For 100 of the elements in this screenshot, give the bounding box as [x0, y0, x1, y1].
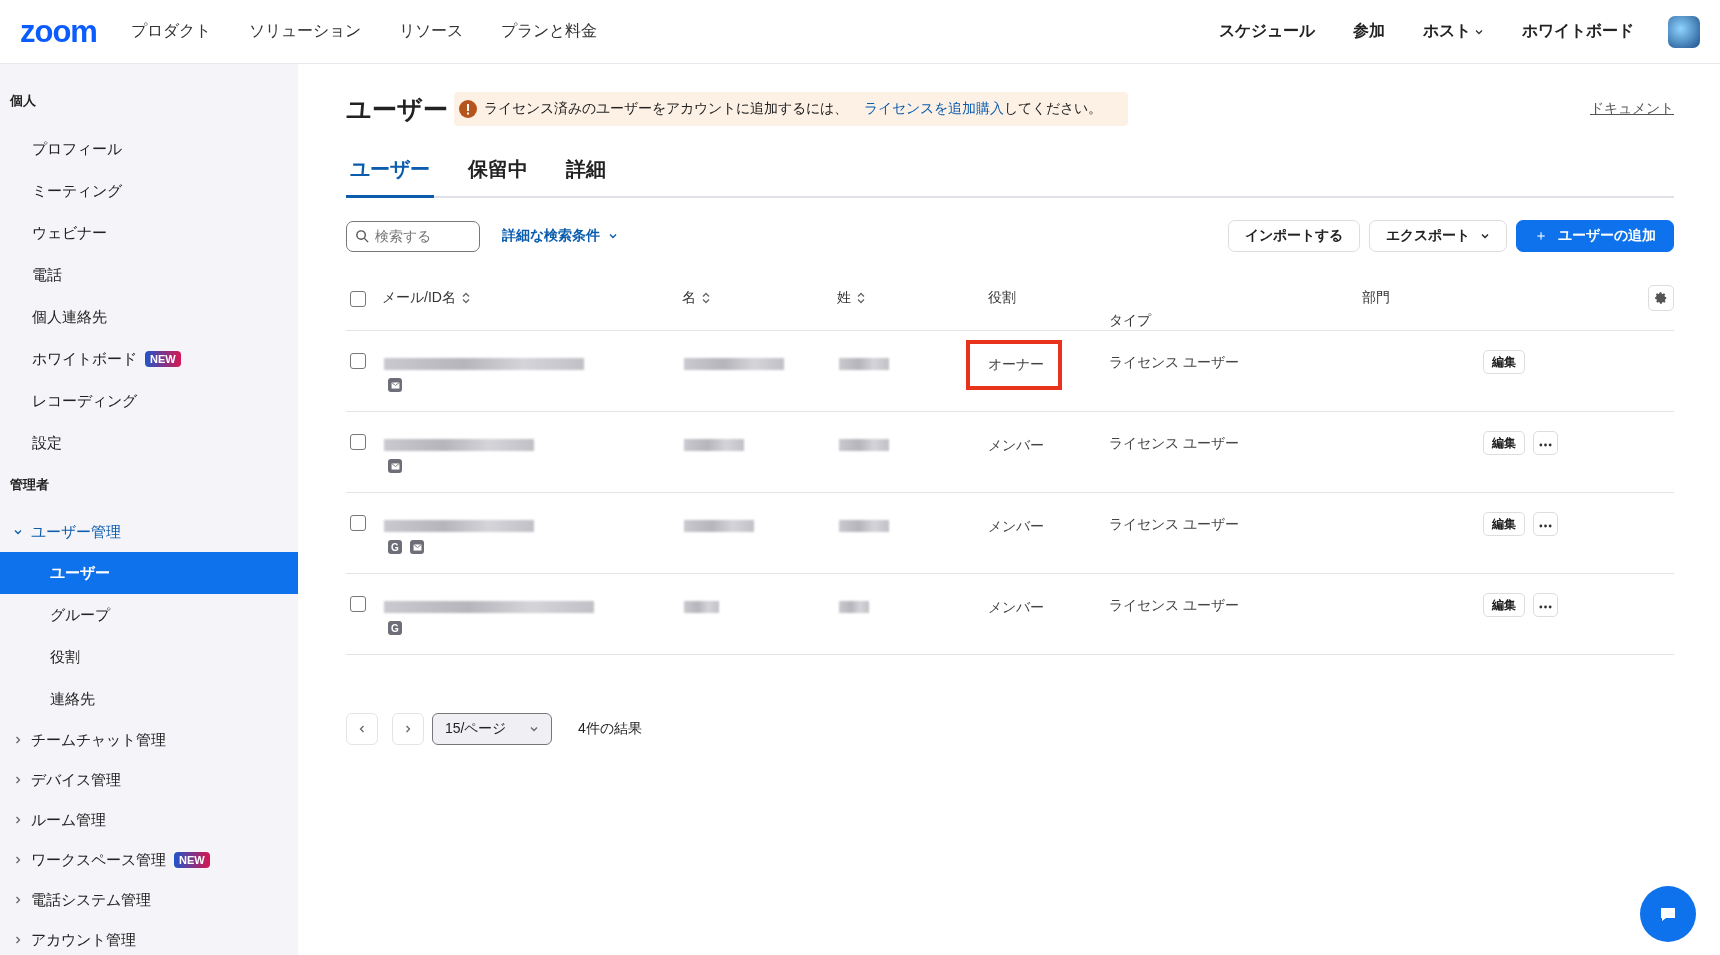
role-text: オーナー — [966, 340, 1062, 390]
role-text: メンバー — [987, 598, 1045, 617]
nav-link[interactable]: ホスト — [1423, 21, 1484, 42]
sidebar-item[interactable]: レコーディング — [0, 380, 298, 422]
sidebar-item[interactable]: デバイス管理 — [0, 760, 298, 800]
chevron-right-icon — [13, 935, 23, 945]
more-button[interactable] — [1533, 431, 1558, 455]
ellipsis-icon — [1539, 443, 1552, 447]
edit-button[interactable]: 編集 — [1483, 431, 1525, 455]
column-header: 姓 — [837, 289, 851, 307]
ellipsis-icon — [1539, 605, 1552, 609]
page-title: ユーザー — [346, 93, 448, 125]
result-count: 4件の結果 — [578, 720, 642, 738]
redacted-last-name — [839, 358, 889, 370]
tab[interactable]: 保留中 — [464, 148, 532, 198]
add-user-button[interactable]: ＋ ユーザーの追加 — [1516, 220, 1674, 252]
new-badge: NEW — [174, 852, 210, 868]
notice-text: してください。 — [1004, 100, 1102, 118]
warning-icon — [458, 99, 478, 119]
sidebar-item[interactable]: ルーム管理 — [0, 800, 298, 840]
column-header: タイプ — [1109, 312, 1151, 330]
role-text: メンバー — [987, 436, 1045, 455]
notice-text: ライセンス済みのユーザーをアカウントに追加するには、 — [484, 100, 848, 118]
sidebar-item[interactable]: ウェビナー — [0, 212, 298, 254]
more-button[interactable] — [1533, 593, 1558, 617]
tab[interactable]: ユーザー — [346, 148, 434, 198]
chevron-right-icon — [13, 815, 23, 825]
row-checkbox[interactable] — [350, 515, 366, 531]
column-header: メール/ID名 — [382, 289, 456, 307]
sidebar-item[interactable]: グループ — [0, 594, 298, 636]
chevron-right-icon — [403, 724, 413, 734]
sort-icon[interactable] — [857, 292, 865, 304]
column-header: 役割 — [988, 289, 1016, 307]
redacted-last-name — [839, 520, 889, 532]
zoom-logo[interactable]: zoom — [20, 13, 97, 50]
chevron-down-icon — [608, 231, 618, 241]
row-checkbox[interactable] — [350, 353, 366, 369]
nav-link[interactable]: 参加 — [1353, 21, 1385, 42]
nav-link[interactable]: ソリューション — [248, 21, 361, 42]
redacted-first-name — [684, 601, 719, 613]
settings-icon[interactable] — [1648, 285, 1674, 311]
more-button[interactable] — [1533, 512, 1558, 536]
per-page-dropdown[interactable]: 15/ページ — [432, 713, 552, 745]
sidebar-item[interactable]: ユーザー管理 — [0, 512, 298, 552]
advanced-filter-link[interactable]: 詳細な検索条件 — [502, 227, 618, 245]
column-header: 名 — [682, 289, 696, 307]
chevron-down-icon — [13, 527, 23, 537]
sidebar-item[interactable]: 個人連絡先 — [0, 296, 298, 338]
role-text: メンバー — [987, 517, 1045, 536]
nav-link[interactable]: ホワイトボード — [1522, 21, 1634, 42]
nav-link[interactable]: リソース — [398, 21, 463, 42]
redacted-last-name — [839, 601, 869, 613]
export-button[interactable]: エクスポート — [1369, 220, 1507, 252]
sort-icon[interactable] — [702, 292, 710, 304]
chevron-left-icon — [357, 724, 367, 734]
nav-link[interactable]: プランと料金 — [500, 21, 597, 42]
row-checkbox[interactable] — [350, 596, 366, 612]
google-icon: G — [388, 621, 402, 635]
chevron-right-icon — [13, 775, 23, 785]
sidebar-item[interactable]: 役割 — [0, 636, 298, 678]
chevron-right-icon — [13, 735, 23, 745]
purchase-license-link[interactable]: ライセンスを追加購入 — [864, 100, 1004, 118]
mail-icon — [410, 540, 424, 554]
ellipsis-icon — [1539, 524, 1552, 528]
google-icon: G — [388, 540, 402, 554]
user-type-text: ライセンス ユーザー — [1109, 354, 1239, 372]
user-type-text: ライセンス ユーザー — [1109, 435, 1239, 453]
sidebar-item[interactable]: プロフィール — [0, 128, 298, 170]
select-all-checkbox[interactable] — [350, 290, 366, 307]
edit-button[interactable]: 編集 — [1483, 350, 1525, 374]
edit-button[interactable]: 編集 — [1483, 512, 1525, 536]
chevron-right-icon — [13, 855, 23, 865]
sort-icon[interactable] — [461, 292, 470, 304]
sidebar-item[interactable]: チームチャット管理 — [0, 720, 298, 760]
search-field[interactable]: 検索する — [346, 220, 480, 252]
edit-button[interactable]: 編集 — [1483, 593, 1525, 617]
document-link[interactable]: ドキュメント — [1590, 100, 1674, 118]
sidebar-item[interactable]: 設定 — [0, 422, 298, 464]
sidebar-item[interactable]: 電話システム管理 — [0, 880, 298, 920]
import-button[interactable]: インポートする — [1228, 220, 1360, 252]
row-checkbox[interactable] — [350, 434, 366, 450]
sidebar-item[interactable]: ミーティング — [0, 170, 298, 212]
mail-icon — [388, 378, 402, 392]
redacted-last-name — [839, 439, 889, 451]
chevron-down-icon — [1480, 231, 1490, 241]
sidebar-item[interactable]: ホワイトボード NEW — [0, 338, 298, 380]
sidebar-item[interactable]: アカウント管理 — [0, 920, 298, 955]
tab[interactable]: 詳細 — [562, 148, 610, 198]
sidebar-item[interactable]: 連絡先 — [0, 678, 298, 720]
new-badge: NEW — [145, 351, 181, 367]
mail-icon — [388, 459, 402, 473]
chat-button[interactable] — [1640, 886, 1696, 942]
sidebar-item[interactable]: ユーザー — [0, 552, 298, 594]
sidebar-item[interactable]: ワークスペース管理 NEW — [0, 840, 298, 880]
nav-link[interactable]: プロダクト — [130, 21, 211, 42]
avatar-icon[interactable] — [1668, 15, 1700, 48]
sidebar-item[interactable]: 電話 — [0, 254, 298, 296]
sidebar-section-title: 管理者 — [9, 476, 50, 494]
nav-link[interactable]: スケジュール — [1219, 21, 1315, 42]
column-header: 部門 — [1362, 289, 1390, 307]
